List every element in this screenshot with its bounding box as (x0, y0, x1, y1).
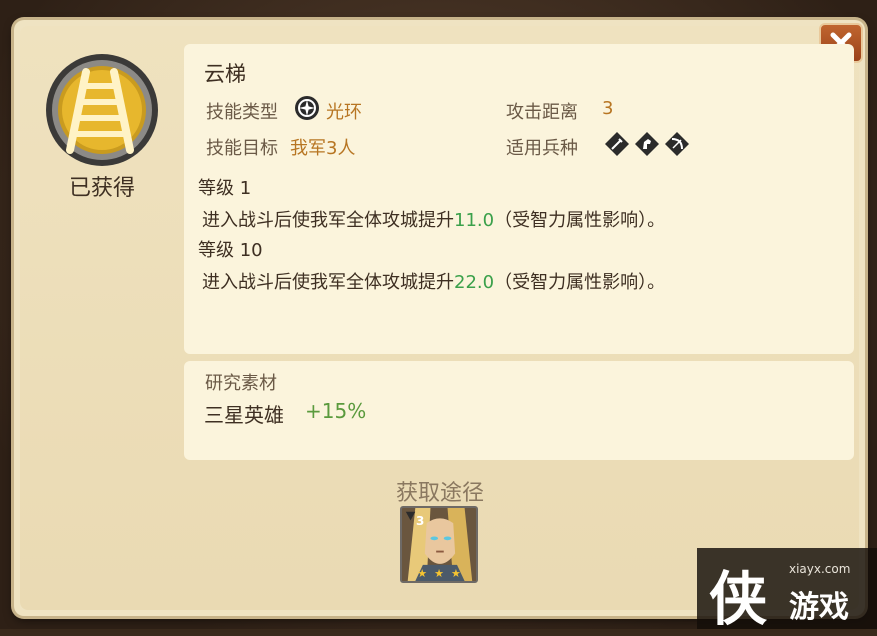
source-title: 获取途径 (395, 481, 484, 506)
obtained-status: 已获得 (68, 176, 135, 201)
ladder-icon (46, 54, 158, 166)
skill-icon (44, 52, 160, 168)
level-1-description: 进入战斗后使我军全体攻城提升11.0（受智力属性影响）。 (202, 210, 666, 231)
level-1-label: 等级 1 (198, 178, 252, 199)
star-icon: ★ (417, 567, 428, 580)
horse-icon (635, 132, 659, 156)
material-title: 研究素材 (205, 373, 277, 394)
aura-icon (294, 95, 320, 121)
skill-type-value: 光环 (326, 102, 362, 123)
star-icon: ★ (434, 567, 444, 580)
star-icon: ★ (450, 567, 461, 580)
hero-portrait-card[interactable]: 3 ★ ★ ★ (400, 506, 478, 583)
material-name: 三星英雄 (204, 403, 284, 427)
watermark: 侠 xiayx.com 游戏 (697, 548, 877, 633)
watermark-logo-char: 侠 (709, 565, 768, 633)
skill-target-label: 技能目标 (206, 138, 278, 159)
skill-info-card: 云梯 技能类型 光环 攻击距离 3 技能目标 我军3人 适用兵种 等级 1 进入… (184, 44, 854, 354)
skill-name: 云梯 (204, 62, 246, 86)
hero-stars: ★ ★ ★ (402, 567, 476, 580)
attack-range-label: 攻击距离 (506, 102, 578, 123)
skill-type-label: 技能类型 (206, 102, 278, 123)
level-10-description: 进入战斗后使我军全体攻城提升22.0（受智力属性影响）。 (202, 272, 666, 293)
level-10-label: 等级 10 (198, 240, 263, 261)
material-bonus: +15% (305, 399, 367, 423)
research-material-card: 研究素材 三星英雄 +15% (184, 361, 854, 460)
hero-star-count: 3 (416, 514, 425, 528)
watermark-text: 游戏 (789, 590, 849, 625)
skill-target-value: 我军3人 (290, 138, 356, 159)
attack-range-value: 3 (602, 98, 614, 119)
level-10-value: 22.0 (454, 272, 495, 293)
sword-icon (605, 132, 629, 156)
troop-type-label: 适用兵种 (506, 138, 578, 159)
troop-icons (604, 131, 690, 157)
level-1-value: 11.0 (454, 210, 495, 231)
bow-icon (665, 132, 689, 156)
watermark-url: xiayx.com (789, 562, 851, 576)
